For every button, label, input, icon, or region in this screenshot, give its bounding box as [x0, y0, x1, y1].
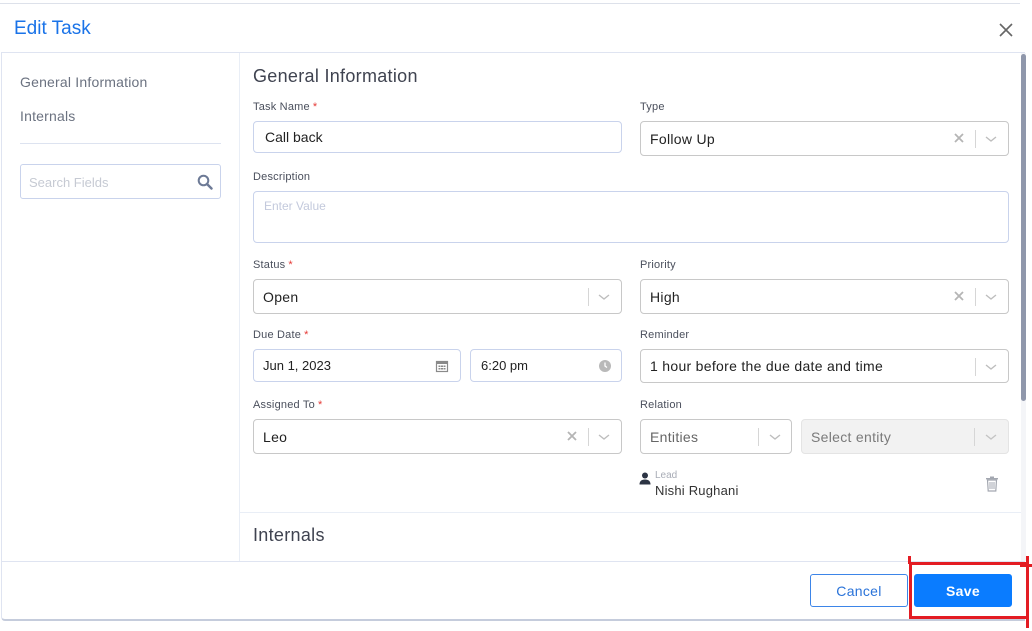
relation-type: Lead — [655, 470, 678, 481]
sidebar: General Information Internals — [2, 53, 240, 561]
assigned-to-select[interactable]: Leo — [253, 419, 622, 454]
priority-select[interactable]: High — [640, 279, 1009, 314]
description-label: Description — [253, 171, 311, 183]
chevron-down-icon[interactable] — [984, 133, 998, 145]
chevron-down-icon[interactable] — [597, 291, 611, 303]
chevron-down-icon[interactable] — [768, 431, 782, 443]
description-placeholder: Enter Value — [264, 199, 326, 213]
relation-entities-select[interactable]: Entities — [640, 419, 792, 454]
due-date-input[interactable]: Jun 1, 2023 — [253, 349, 461, 382]
required-marker: * — [312, 101, 318, 113]
reminder-select[interactable]: 1 hour before the due date and time — [640, 349, 1009, 383]
trash-icon[interactable] — [985, 476, 999, 492]
modal-body: General Information Internals General In… — [1, 52, 1026, 561]
search-icon[interactable] — [197, 174, 213, 190]
required-marker: * — [317, 399, 323, 411]
type-value: Follow Up — [650, 131, 715, 147]
section-title-internals: Internals — [253, 525, 325, 545]
section-divider — [240, 512, 1022, 513]
priority-label: Priority — [640, 259, 676, 271]
clear-icon[interactable] — [952, 131, 966, 145]
description-textarea[interactable]: Enter Value — [253, 191, 1009, 243]
save-button[interactable]: Save — [914, 574, 1012, 607]
task-name-label: Task Name * — [253, 101, 317, 113]
assigned-to-label: Assigned To * — [253, 399, 322, 411]
calendar-icon[interactable] — [435, 359, 449, 373]
select-separator — [588, 428, 589, 446]
status-value: Open — [263, 289, 299, 305]
reminder-label: Reminder — [640, 329, 690, 341]
section-title-general-information: General Information — [253, 66, 418, 86]
type-select[interactable]: Follow Up — [640, 121, 1009, 156]
select-separator — [975, 288, 976, 306]
assigned-to-label-text: Assigned To — [253, 399, 315, 411]
form-content: General Information Task Name * Call back… — [240, 53, 1022, 561]
cancel-button[interactable]: Cancel — [810, 574, 908, 607]
search-fields[interactable] — [20, 164, 221, 199]
scrollbar-thumb[interactable] — [1021, 54, 1026, 401]
due-date-value: Jun 1, 2023 — [263, 358, 331, 373]
required-marker: * — [304, 329, 309, 341]
type-label: Type — [640, 101, 665, 113]
reminder-value: 1 hour before the due date and time — [650, 358, 884, 374]
due-time-value: 6:20 pm — [481, 358, 528, 373]
select-separator — [974, 428, 975, 446]
select-separator — [758, 428, 759, 446]
sidebar-divider — [20, 143, 221, 144]
due-date-label-text: Due Date — [253, 329, 302, 341]
person-icon — [639, 472, 651, 485]
select-separator — [975, 130, 976, 148]
task-name-value: Call back — [265, 129, 323, 145]
select-separator — [975, 358, 976, 376]
chevron-down-icon[interactable] — [597, 431, 611, 443]
close-button[interactable] — [996, 20, 1016, 40]
chevron-down-icon[interactable] — [984, 431, 998, 443]
modal-header: Edit Task — [0, 4, 1032, 52]
relation-label: Relation — [640, 399, 682, 411]
search-fields-input[interactable] — [29, 173, 189, 191]
sidebar-item-general-information[interactable]: General Information — [20, 74, 148, 90]
due-date-label: Due Date * — [253, 329, 309, 341]
select-separator — [588, 288, 589, 306]
clear-icon[interactable] — [952, 289, 966, 303]
clear-icon[interactable] — [565, 429, 579, 443]
close-icon — [999, 23, 1013, 37]
highlight-annotation-stroke — [908, 556, 911, 564]
relation-entity-select[interactable]: Select entity — [801, 419, 1009, 454]
priority-value: High — [650, 289, 680, 305]
clock-icon[interactable] — [598, 359, 612, 373]
task-name-label-text: Task Name — [253, 101, 310, 113]
status-select[interactable]: Open — [253, 279, 622, 314]
chevron-down-icon[interactable] — [984, 361, 998, 373]
relation-entities-value: Entities — [650, 429, 699, 445]
highlight-annotation-stroke — [1020, 564, 1032, 567]
sidebar-item-internals[interactable]: Internals — [20, 108, 76, 124]
required-marker: * — [288, 259, 293, 271]
modal-title: Edit Task — [14, 18, 91, 39]
status-label-text: Status — [253, 259, 286, 271]
due-time-input[interactable]: 6:20 pm — [470, 349, 622, 382]
relation-name[interactable]: Nishi Rughani — [655, 483, 739, 498]
task-name-input[interactable]: Call back — [253, 121, 622, 153]
chevron-down-icon[interactable] — [984, 291, 998, 303]
scrollbar-track[interactable] — [1021, 53, 1026, 561]
relation-entity-placeholder: Select entity — [811, 429, 892, 445]
assigned-to-value: Leo — [263, 429, 288, 445]
status-label: Status * — [253, 259, 293, 271]
modal-footer: Cancel Save — [1, 561, 1025, 621]
